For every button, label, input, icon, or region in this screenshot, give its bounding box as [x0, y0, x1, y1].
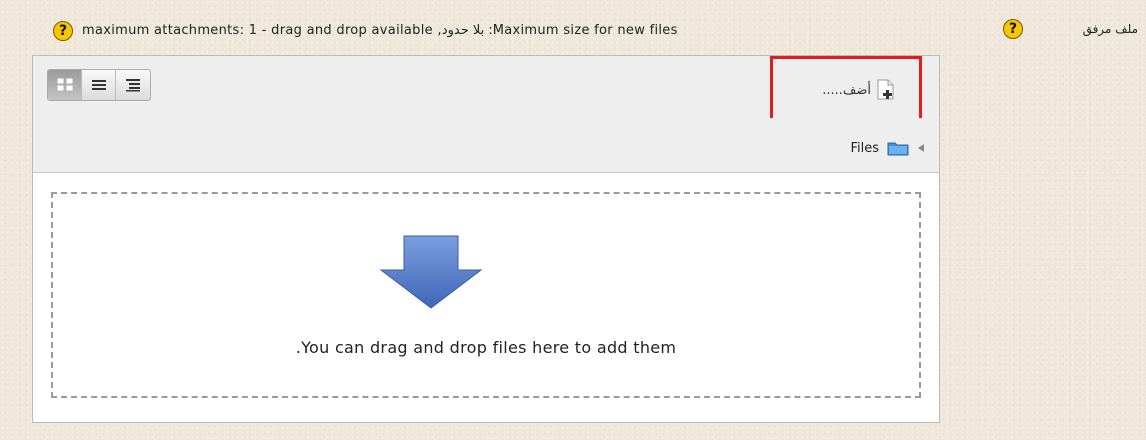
field-label: ملف مرفق: [1082, 22, 1138, 36]
down-arrow-icon: [379, 235, 483, 309]
help-icon-restrictions[interactable]: ?: [53, 21, 73, 41]
drop-zone-message: .You can drag and drop files here to add…: [295, 338, 677, 357]
grid-icon: [57, 78, 72, 91]
drop-zone[interactable]: .You can drag and drop files here to add…: [51, 192, 921, 398]
view-list-button[interactable]: [82, 70, 116, 100]
list-icon: [91, 80, 106, 90]
filepicker-toolbar: أضف.....: [33, 56, 939, 119]
collapse-arrow-icon: [918, 144, 924, 152]
file-restrictions: maximum attachments: 1 - drag and drop a…: [82, 23, 678, 38]
path-item-files[interactable]: Files: [850, 140, 925, 156]
question-mark-icon: ?: [58, 23, 68, 39]
view-icons-button[interactable]: [48, 70, 82, 100]
question-mark-icon: ?: [1008, 21, 1018, 37]
filepicker-container: أضف..... Files .You can drag and drop fi…: [32, 55, 940, 423]
add-file-button[interactable]: أضف.....: [822, 74, 897, 106]
path-label: Files: [850, 140, 879, 156]
path-bar: Files: [33, 118, 939, 173]
folder-icon: [887, 142, 909, 156]
help-icon-field[interactable]: ?: [1003, 19, 1023, 39]
add-file-label: أضف.....: [822, 82, 871, 98]
view-switcher: [47, 69, 151, 101]
view-tree-button[interactable]: [116, 70, 150, 100]
tree-icon: [126, 79, 140, 92]
add-file-icon: [877, 79, 894, 100]
